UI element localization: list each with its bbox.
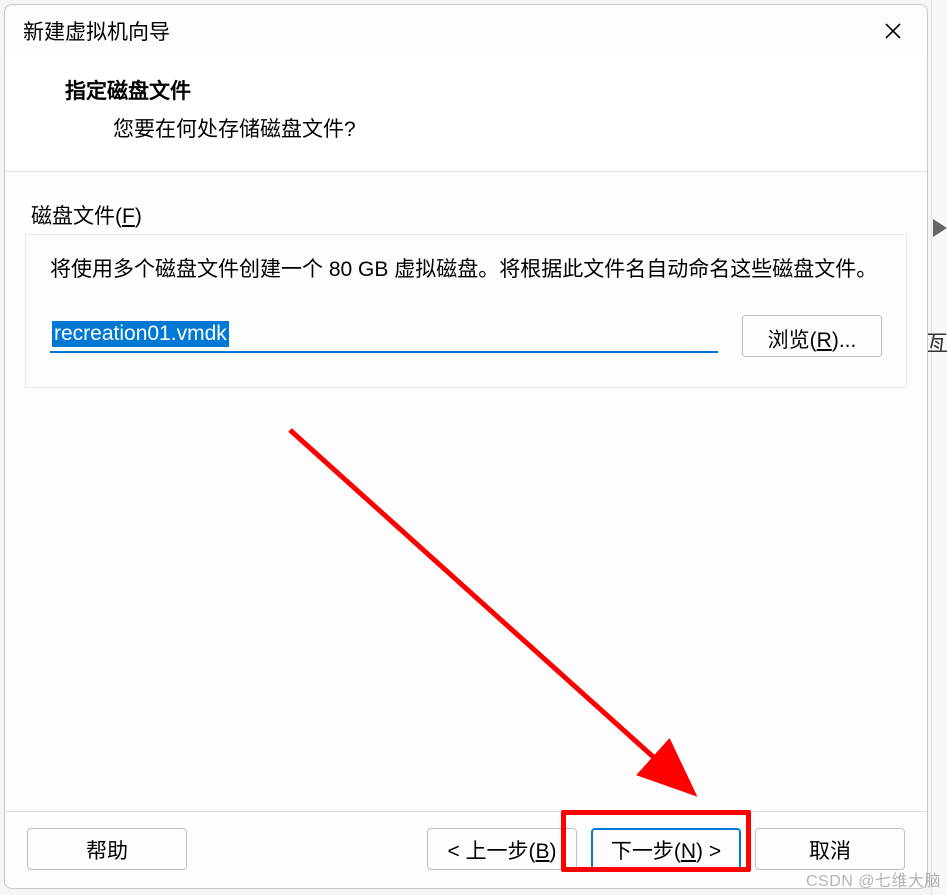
wizard-content: 磁盘文件(F) 将使用多个磁盘文件创建一个 80 GB 虚拟磁盘。将根据此文件名… xyxy=(5,172,927,811)
background-text-fragment: 亙 xyxy=(926,326,947,358)
wizard-step-subtitle: 您要在何处存储磁盘文件? xyxy=(113,113,879,143)
next-button[interactable]: 下一步(N) > xyxy=(591,828,741,870)
next-button-suffix: ) > xyxy=(696,840,721,863)
browse-button-mnemonic: R xyxy=(817,329,832,352)
group-label-suffix: ) xyxy=(135,205,142,228)
help-button[interactable]: 帮助 xyxy=(27,828,187,870)
wizard-dialog: 新建虚拟机向导 指定磁盘文件 您要在何处存储磁盘文件? 磁盘文件(F) 将使用多… xyxy=(4,4,928,889)
close-icon xyxy=(883,21,903,41)
browse-button-prefix: 浏览( xyxy=(768,329,817,352)
titlebar: 新建虚拟机向导 xyxy=(5,5,927,55)
watermark: CSDN @七维大脑 xyxy=(806,867,941,891)
next-button-mnemonic: N xyxy=(681,840,696,863)
browse-button-suffix: )... xyxy=(832,329,857,352)
back-button-prefix: < 上一步( xyxy=(447,840,535,863)
back-button-suffix: ) xyxy=(550,840,557,863)
wizard-step-title: 指定磁盘文件 xyxy=(65,75,879,105)
wizard-footer: 帮助 < 上一步(B) 下一步(N) > 取消 xyxy=(5,811,927,888)
background-arrow-fragment xyxy=(933,215,947,241)
disk-file-fieldset: 将使用多个磁盘文件创建一个 80 GB 虚拟磁盘。将根据此文件名自动命名这些磁盘… xyxy=(25,234,907,388)
wizard-header: 指定磁盘文件 您要在何处存储磁盘文件? xyxy=(5,55,927,172)
group-label-mnemonic: F xyxy=(122,205,135,228)
disk-file-input-selection: recreation01.vmdk xyxy=(52,321,229,347)
disk-file-group-label: 磁盘文件(F) xyxy=(31,200,907,230)
back-button[interactable]: < 上一步(B) xyxy=(427,828,577,870)
cancel-button[interactable]: 取消 xyxy=(755,828,905,870)
next-button-prefix: 下一步( xyxy=(611,840,681,863)
close-button[interactable] xyxy=(877,15,909,47)
back-button-mnemonic: B xyxy=(536,840,550,863)
group-label-text: 磁盘文件( xyxy=(31,205,122,228)
browse-button[interactable]: 浏览(R)... xyxy=(742,315,882,357)
file-input-row: recreation01.vmdk 浏览(R)... xyxy=(50,315,882,357)
background-sliver xyxy=(931,0,947,895)
disk-file-description: 将使用多个磁盘文件创建一个 80 GB 虚拟磁盘。将根据此文件名自动命名这些磁盘… xyxy=(50,253,882,287)
dialog-title: 新建虚拟机向导 xyxy=(23,16,170,46)
disk-file-input[interactable]: recreation01.vmdk xyxy=(50,319,718,353)
